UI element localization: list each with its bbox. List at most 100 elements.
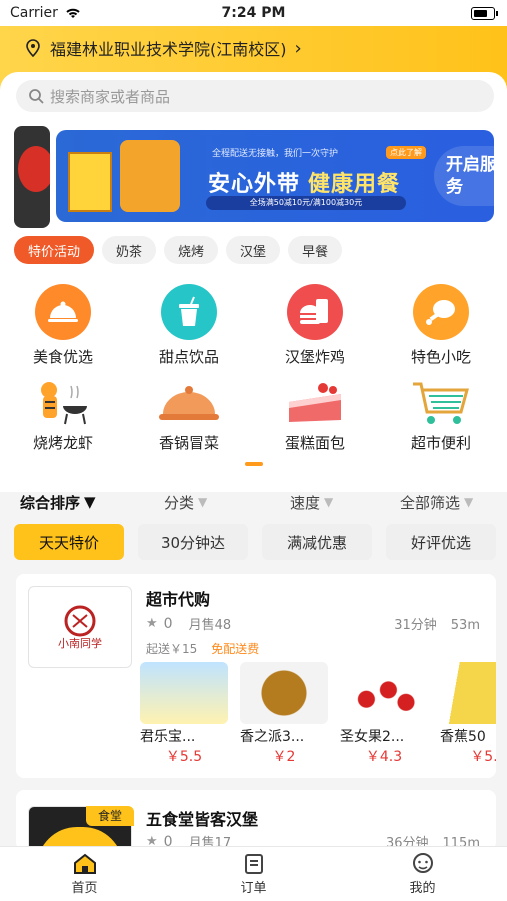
search-bar[interactable]: 搜索商家或者商品	[16, 80, 494, 112]
banner-discount-pill: 全场满50减10元/满100减30元	[206, 196, 406, 210]
location-text: 福建林业职业技术学院(江南校区)	[50, 40, 287, 59]
quick-filter-tags: 天天特价 30分钟达 满减优惠 好评优选	[14, 524, 496, 560]
chip-bbq[interactable]: 烧烤	[164, 236, 219, 264]
store-eta: 31分钟 53m	[380, 614, 480, 633]
promo-banner[interactable]: 全程配送无接触，我们一次守护 安心外带 健康用餐 全场满50减10元/满100减…	[14, 126, 494, 228]
product-image	[140, 662, 228, 724]
delivery-rider-image	[120, 140, 180, 212]
product-item[interactable]: 香蕉50 ￥5.	[440, 662, 496, 762]
min-order: 起送￥15	[146, 642, 198, 656]
chip-specials[interactable]: 特价活动	[14, 236, 95, 264]
product-image	[440, 662, 496, 724]
tab-profile[interactable]: 我的	[338, 847, 507, 901]
category-label: 超市便利	[410, 434, 471, 452]
star-icon: ★	[146, 616, 158, 631]
category-hotpot[interactable]: 香锅冒菜	[126, 376, 252, 453]
tomato-image	[18, 146, 50, 192]
sort-label: 综合排序	[20, 493, 81, 512]
chip-milk-tea[interactable]: 奶茶	[102, 236, 157, 264]
tab-label: 首页	[71, 880, 98, 896]
product-price: ￥5.	[470, 749, 496, 762]
category-label: 特色小吃	[410, 348, 471, 366]
all-filter-dropdown[interactable]: 全部筛选 ▼	[400, 492, 473, 513]
category-label: 美食优选	[32, 348, 93, 366]
canteen-badge: 食堂	[86, 806, 134, 826]
product-price: ￥2	[272, 749, 296, 762]
store-logo: 小南同学	[28, 586, 132, 668]
chip-burger[interactable]: 汉堡	[226, 236, 281, 264]
category-supermarket[interactable]: 超市便利	[378, 376, 504, 453]
speed-dropdown[interactable]: 速度 ▼	[290, 492, 333, 513]
product-strip: 君乐宝... ￥5.5 香之派3... ￥2 圣女果2... ￥4.3 香蕉50…	[140, 662, 496, 762]
category-label: 甜点饮品	[158, 348, 219, 366]
category-cake[interactable]: 蛋糕面包	[252, 376, 378, 453]
store-card[interactable]: 食堂 五食堂皆客汉堡 ★ 0 月售17 36分钟 115m	[16, 790, 496, 850]
banner-tag: 点此了解	[386, 146, 426, 159]
tab-label: 订单	[240, 880, 267, 896]
caret-down-icon: ▼	[84, 493, 96, 511]
tag-top-rated[interactable]: 好评优选	[386, 524, 496, 560]
banner-prev-slide	[14, 126, 50, 228]
store-rating: 0	[163, 615, 173, 632]
category-grid-row2: 烧烤龙虾 香锅冒菜 蛋糕面包 超市便利	[0, 376, 507, 453]
chevron-right-icon: ›	[294, 37, 302, 59]
free-delivery: 免配送费	[211, 642, 260, 656]
all-filter-label: 全部筛选	[400, 493, 461, 512]
store-card[interactable]: 小南同学 超市代购 ★ 0 月售48 31分钟 53m 起送￥15 免配送费 君乐宝…	[16, 574, 496, 778]
product-name: 圣女果2...	[340, 729, 405, 745]
product-item[interactable]: 圣女果2... ￥4.3	[340, 662, 428, 762]
page-indicator	[245, 462, 263, 466]
store-logo-text: 小南同学	[58, 637, 102, 650]
tag-daily-special[interactable]: 天天特价	[14, 524, 124, 560]
location-selector[interactable]: 福建林业职业技术学院(江南校区) ›	[26, 36, 302, 60]
caret-down-icon: ▼	[464, 495, 474, 509]
category-grid-row1: 美食优选 甜点饮品 汉堡炸鸡 特色小吃	[0, 284, 507, 367]
banner-title-yellow: 健康用餐	[308, 172, 401, 197]
tab-home[interactable]: 首页	[0, 847, 169, 901]
category-label: 汉堡炸鸡	[284, 348, 345, 366]
chip-breakfast[interactable]: 早餐	[288, 236, 343, 264]
product-name: 香蕉50	[440, 729, 486, 745]
category-dropdown[interactable]: 分类 ▼	[164, 492, 207, 513]
search-icon	[29, 89, 44, 104]
cloche-icon	[35, 284, 91, 340]
location-pin-icon	[26, 39, 40, 57]
category-label: 烧烤龙虾	[32, 434, 93, 452]
category-snacks[interactable]: 特色小吃	[378, 284, 504, 367]
category-burger-chicken[interactable]: 汉堡炸鸡	[252, 284, 378, 367]
banner-cta[interactable]: 开启服务	[434, 146, 494, 206]
product-item[interactable]: 香之派3... ￥2	[240, 662, 328, 762]
search-placeholder: 搜索商家或者商品	[50, 87, 171, 106]
store-meta: ★ 0 月售48	[146, 614, 232, 634]
product-price: ￥4.3	[365, 749, 403, 762]
cake-slice-icon	[280, 376, 350, 426]
home-icon	[73, 853, 96, 874]
store-distance: 53m	[450, 618, 480, 633]
product-price: ￥5.5	[165, 749, 203, 762]
category-bbq-crayfish[interactable]: 烧烤龙虾	[0, 376, 126, 453]
category-food[interactable]: 美食优选	[0, 284, 126, 367]
tab-orders[interactable]: 订单	[169, 847, 338, 901]
tag-discount[interactable]: 满减优惠	[262, 524, 372, 560]
profile-icon	[412, 852, 433, 873]
product-item[interactable]: 君乐宝... ￥5.5	[140, 662, 228, 762]
sort-dropdown[interactable]: 综合排序 ▼	[20, 492, 96, 513]
serving-dome-icon	[154, 376, 224, 426]
bottom-tab-bar: 首页 订单 我的	[0, 846, 507, 901]
category-label: 香锅冒菜	[158, 434, 219, 452]
banner-main-slide: 全程配送无接触，我们一次守护 安心外带 健康用餐 全场满50减10元/满100减…	[56, 130, 494, 222]
clock: 7:24 PM	[221, 5, 286, 21]
caret-down-icon: ▼	[198, 495, 208, 509]
burger-fries-icon	[287, 284, 343, 340]
store-name: 超市代购	[146, 590, 211, 609]
speed-filter-label: 速度	[290, 493, 321, 512]
drink-cup-icon	[161, 284, 217, 340]
product-image	[340, 662, 428, 724]
sort-filter-bar: 综合排序 ▼ 分类 ▼ 速度 ▼ 全部筛选 ▼	[0, 480, 507, 524]
monthly-sales: 月售48	[188, 618, 232, 633]
signboard-image	[68, 152, 112, 212]
category-drinks[interactable]: 甜点饮品	[126, 284, 252, 367]
drumstick-icon	[413, 284, 469, 340]
tag-30min[interactable]: 30分钟达	[138, 524, 248, 560]
product-name: 君乐宝...	[140, 729, 196, 745]
